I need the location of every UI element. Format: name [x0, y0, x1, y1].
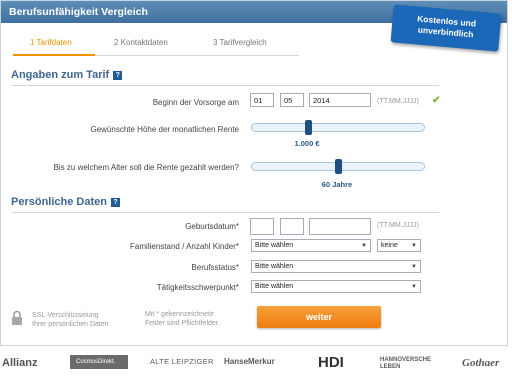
hansemerkur-logo: HanseMerkur: [224, 357, 275, 366]
hannoversche-leben-logo: HANNOVERSCHE LEBEN: [380, 357, 432, 370]
cosmosdirekt-logo: CosmosDirekt.: [70, 355, 128, 369]
gothaer-logo: Gothaer: [462, 357, 500, 369]
section-title-tarif: Angaben zum Tarif?: [11, 69, 123, 81]
berufsstatus-select[interactable]: Bitte wählen ▼: [251, 260, 421, 273]
date-format-hint: (TT.MM.JJJJ): [377, 98, 419, 105]
checkmark-icon: ✔: [432, 95, 441, 106]
geburt-year-input[interactable]: [309, 218, 371, 235]
alte-leipziger-logo: ALTE LEIPZIGER: [150, 357, 214, 366]
beginn-year-input[interactable]: 2014: [309, 93, 371, 107]
alter-value: 60 Jahre: [321, 180, 353, 189]
rente-slider-handle[interactable]: [305, 120, 313, 135]
alter-label: Bis zu welchem Alter soll die Rente geza…: [53, 163, 239, 172]
active-step-indicator: [13, 54, 95, 56]
rente-label: Gewünschte Höhe der monatlichen Rente: [90, 125, 239, 134]
berufsstatus-select-value: Bitte wählen: [255, 263, 294, 270]
beginn-label: Beginn der Vorsorge am: [152, 98, 239, 107]
beginn-month-input[interactable]: 05: [280, 93, 304, 107]
familie-label: Familienstand / Anzahl Kinder*: [130, 242, 239, 251]
familienstand-select-value: Bitte wählen: [255, 242, 294, 249]
geburt-month-input[interactable]: [280, 218, 304, 235]
section-title-personal: Persönliche Daten?: [11, 196, 120, 208]
required-note-line1: Mit * gekennzeichnete: [145, 311, 214, 318]
section-divider: [11, 212, 439, 213]
taetigkeit-label: Tätigkeitsschwerpunkt*: [156, 283, 239, 292]
kinder-select[interactable]: keine ▼: [377, 239, 421, 252]
help-icon[interactable]: ?: [113, 70, 123, 80]
ssl-note: SSL-Verschlüsselung Ihrer persönlichen D…: [32, 311, 109, 329]
step-tabs: 1 Tarifdaten 2 Kontaktdaten 3 Tarifvergl…: [13, 35, 299, 56]
page-title: Berufsunfähigkeit Vergleich: [9, 6, 148, 18]
required-fields-note: Mit * gekennzeichnete Felder sind Pflich…: [145, 310, 220, 328]
chevron-down-icon: ▼: [411, 284, 417, 290]
beginn-day-input[interactable]: 01: [250, 93, 274, 107]
ssl-note-line2: Ihrer persönlichen Daten: [32, 321, 109, 328]
familienstand-select[interactable]: Bitte wählen ▼: [251, 239, 371, 252]
allianz-logo: Allianz: [2, 357, 38, 369]
chevron-down-icon: ▼: [361, 243, 367, 249]
section-title-personal-text: Persönliche Daten: [11, 196, 107, 208]
form-panel: Berufsunfähigkeit Vergleich 1 Tarifdaten…: [0, 0, 508, 346]
section-title-tarif-text: Angaben zum Tarif: [11, 69, 110, 81]
required-note-line2: Felder sind Pflichtfelder.: [145, 320, 220, 327]
tab-kontaktdaten[interactable]: 2 Kontaktdaten: [114, 38, 168, 47]
rente-value: 1.000 €: [294, 139, 320, 148]
weiter-button[interactable]: weiter: [257, 306, 381, 328]
geburt-day-input[interactable]: [250, 218, 274, 235]
hdi-logo: HDI: [318, 354, 344, 371]
ssl-note-line1: SSL-Verschlüsselung: [32, 312, 99, 319]
alter-slider-handle[interactable]: [335, 159, 342, 174]
insurer-logo-bar: Allianz CosmosDirekt. ALTE LEIPZIGER Han…: [0, 348, 512, 381]
date-format-hint: (TT.MM.JJJJ): [377, 222, 419, 229]
section-divider: [11, 85, 439, 86]
taetigkeit-select[interactable]: Bitte wählen ▼: [251, 280, 421, 293]
tab-tarifvergleich[interactable]: 3 Tarifvergleich: [213, 38, 267, 47]
help-icon[interactable]: ?: [110, 197, 120, 207]
tab-tarifdaten[interactable]: 1 Tarifdaten: [30, 38, 72, 47]
geburt-label: Geburtsdatum*: [185, 222, 239, 231]
lock-icon: [12, 310, 22, 325]
beruf-label: Berufsstatus*: [191, 263, 239, 272]
chevron-down-icon: ▼: [411, 264, 417, 270]
kinder-select-value: keine: [381, 242, 398, 249]
taetigkeit-select-value: Bitte wählen: [255, 283, 294, 290]
rente-slider[interactable]: [251, 123, 425, 132]
chevron-down-icon: ▼: [411, 243, 417, 249]
